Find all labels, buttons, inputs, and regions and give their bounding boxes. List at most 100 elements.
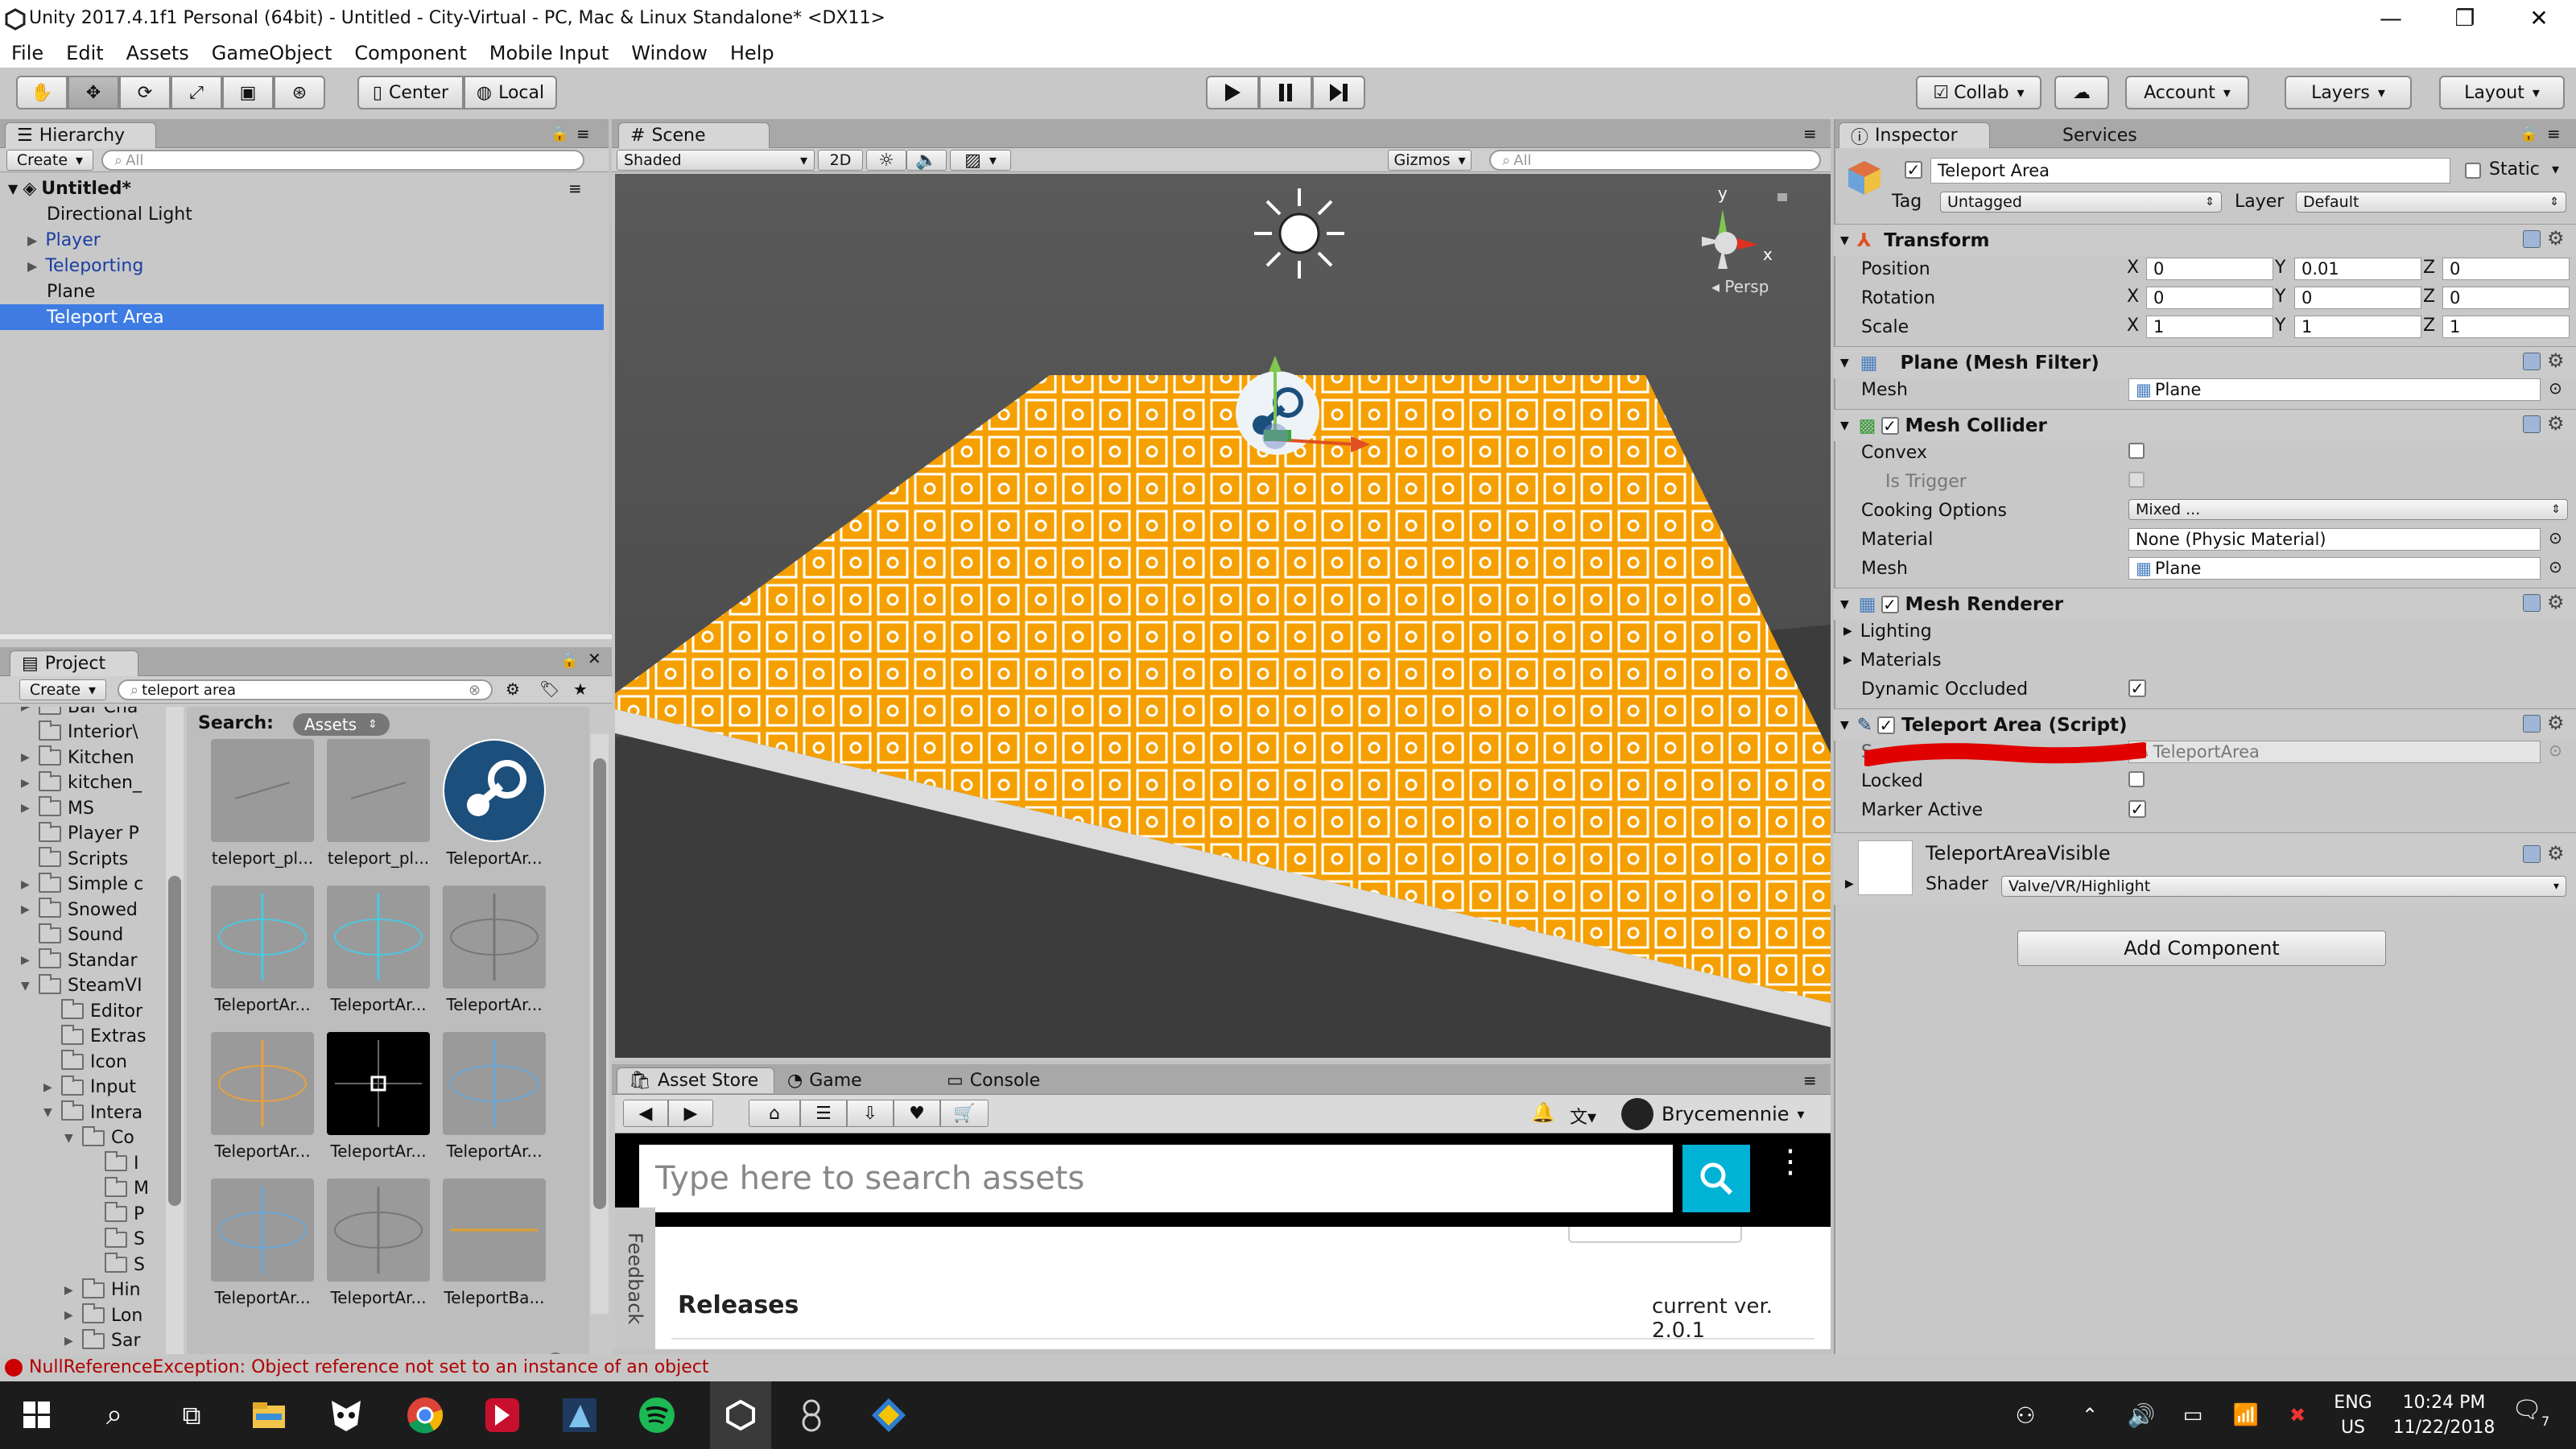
forward-button[interactable]: ▶ bbox=[668, 1100, 713, 1127]
filter-type-icon[interactable]: ⚙ bbox=[506, 679, 520, 699]
folder-tree-item[interactable]: M bbox=[105, 1176, 149, 1202]
tab-scene[interactable]: # Scene bbox=[618, 122, 770, 148]
asset-thumbnail[interactable] bbox=[211, 1032, 314, 1135]
unity-taskbar-icon[interactable] bbox=[710, 1381, 771, 1449]
feedback-tab[interactable]: Feedback bbox=[615, 1208, 655, 1349]
asset-thumbnail[interactable] bbox=[327, 886, 430, 989]
folder-tree-item[interactable]: Icon bbox=[61, 1049, 127, 1075]
tray-app-icon[interactable]: ✖ bbox=[2273, 1391, 2322, 1439]
effects-dropdown[interactable]: ▨ bbox=[950, 150, 1011, 171]
audio-toggle-button[interactable]: 🔈 bbox=[906, 150, 947, 171]
asset-thumbnail[interactable] bbox=[443, 886, 546, 989]
asset-thumbnail[interactable] bbox=[443, 1179, 546, 1282]
position-y-field[interactable]: 0.01 bbox=[2294, 258, 2421, 280]
wifi-icon[interactable]: 📶 bbox=[2222, 1391, 2270, 1439]
settings-gear-icon[interactable]: ⚙ bbox=[2547, 712, 2565, 734]
scene-viewport[interactable]: y x ◂ Persp bbox=[615, 174, 1831, 1058]
tab-hierarchy[interactable]: ☰ Hierarchy bbox=[5, 122, 156, 148]
mesh-filter-mesh-field[interactable]: ▦ Plane bbox=[2128, 378, 2541, 401]
folder-tree-item[interactable]: ▶ Standar bbox=[21, 947, 138, 973]
favorite-star-icon[interactable]: ★ bbox=[573, 679, 588, 699]
step-button[interactable] bbox=[1312, 76, 1365, 109]
directional-light-sun-icon[interactable] bbox=[1251, 185, 1348, 282]
is-trigger-checkbox[interactable] bbox=[2128, 472, 2145, 488]
folder-tree-item[interactable]: Player P bbox=[39, 821, 139, 847]
physic-material-field[interactable]: None (Physic Material) bbox=[2128, 528, 2541, 551]
transform-tool-button[interactable]: ⊛ bbox=[274, 76, 325, 109]
hierarchy-item-player[interactable]: ▶ Player bbox=[0, 227, 604, 253]
action-center-button[interactable]: 🗨 7 bbox=[2512, 1396, 2560, 1436]
position-x-field[interactable]: 0 bbox=[2146, 258, 2273, 280]
scale-tool-button[interactable]: ⤢ bbox=[171, 76, 222, 109]
settings-gear-icon[interactable]: ⚙ bbox=[2547, 842, 2565, 865]
axis-z-label[interactable]: Z bbox=[2423, 316, 2435, 336]
active-checkbox[interactable]: ✓ bbox=[1905, 161, 1922, 179]
show-hidden-icons-button[interactable]: ⌃ bbox=[2066, 1391, 2114, 1439]
home-button[interactable]: ⌂ bbox=[749, 1100, 800, 1127]
panel-menu-icon[interactable]: ≡ bbox=[576, 124, 590, 143]
content-button-edge[interactable] bbox=[1568, 1227, 1742, 1243]
folder-tree-item[interactable]: ▶ Bar Cha bbox=[21, 707, 138, 720]
status-bar[interactable]: NullReferenceException: Object reference… bbox=[0, 1354, 2576, 1381]
layers-dropdown[interactable]: Layers bbox=[2285, 76, 2412, 109]
object-picker-icon[interactable]: ⊙ bbox=[2549, 378, 2562, 398]
castle-app-icon[interactable] bbox=[478, 1391, 526, 1439]
asset-thumbnail[interactable] bbox=[443, 739, 546, 842]
clock[interactable]: 10:24 PM 11/22/2018 bbox=[2383, 1393, 2505, 1438]
gizmos-dropdown[interactable]: Gizmos bbox=[1388, 150, 1472, 171]
pivot-local-button[interactable]: ◍ Local bbox=[464, 76, 557, 109]
help-book-icon[interactable] bbox=[2523, 715, 2541, 733]
cooking-options-dropdown[interactable]: Mixed ... ⇕ bbox=[2128, 499, 2568, 520]
dynamic-occluded-checkbox[interactable]: ✓ bbox=[2128, 679, 2146, 697]
object-name-field[interactable]: Teleport Area bbox=[1930, 158, 2450, 184]
menu-help[interactable]: Help bbox=[730, 42, 774, 64]
panel-menu-icon[interactable]: ≡ bbox=[1803, 1071, 1817, 1090]
tab-inspector[interactable]: ⓘ Inspector bbox=[1839, 122, 1990, 148]
object-picker-icon[interactable]: ⊙ bbox=[2549, 528, 2562, 547]
back-button[interactable]: ◀ bbox=[623, 1100, 668, 1127]
lock-icon[interactable]: 🔒 bbox=[560, 652, 578, 669]
panel-menu-icon[interactable]: ≡ bbox=[2547, 124, 2561, 143]
mesh-renderer-header[interactable]: ▼ ▦ ✓ Mesh Renderer bbox=[1834, 588, 2576, 620]
tab-project[interactable]: ▤ Project bbox=[10, 650, 138, 676]
label-icon[interactable]: 🏷 bbox=[539, 679, 559, 699]
lock-icon[interactable]: 🔒 bbox=[551, 126, 568, 142]
wishlist-button[interactable]: ♥ bbox=[894, 1100, 940, 1127]
expand-arrow-icon[interactable]: ▼ bbox=[43, 1106, 52, 1119]
collider-mesh-field[interactable]: ▦ Plane bbox=[2128, 557, 2541, 580]
rotation-z-field[interactable]: 0 bbox=[2442, 287, 2570, 309]
asset-thumbnail[interactable] bbox=[211, 886, 314, 989]
help-book-icon[interactable] bbox=[2523, 845, 2541, 863]
collab-button[interactable]: ☑ Collab bbox=[1916, 76, 2041, 109]
assets-scope-pill[interactable]: Assets ⇕ bbox=[293, 713, 390, 736]
collapsed-arrow-icon[interactable]: ▶ bbox=[1845, 877, 1854, 890]
asset-search-button[interactable] bbox=[1682, 1145, 1750, 1212]
tab-asset-store[interactable]: 🛍 Asset Store bbox=[617, 1067, 774, 1093]
hierarchy-item-directional-light[interactable]: Directional Light bbox=[0, 201, 604, 227]
asset-thumbnail[interactable] bbox=[327, 739, 430, 842]
locked-checkbox[interactable] bbox=[2128, 771, 2145, 787]
position-z-field[interactable]: 0 bbox=[2442, 258, 2570, 280]
close-panel-icon[interactable]: ✕ bbox=[588, 649, 601, 668]
teleport-script-header[interactable]: ▼ ✎ ✓ Teleport Area (Script) bbox=[1834, 708, 2576, 741]
folder-tree-item[interactable]: ▶ Simple c bbox=[21, 872, 143, 898]
scene-search-input[interactable]: ⌕ All bbox=[1489, 150, 1821, 171]
help-book-icon[interactable] bbox=[2523, 594, 2541, 612]
project-search-input[interactable]: ⌕ teleport area ⊗ bbox=[118, 679, 493, 700]
start-button[interactable] bbox=[13, 1391, 61, 1439]
tag-dropdown[interactable]: Untagged ⇕ bbox=[1940, 192, 2222, 213]
folder-tree-item[interactable]: ▼ SteamVI bbox=[21, 973, 142, 999]
menu-component[interactable]: Component bbox=[354, 42, 466, 64]
static-dropdown-icon[interactable]: ▾ bbox=[2552, 161, 2559, 178]
lighting-foldout[interactable]: ▶ Lighting bbox=[1834, 617, 2576, 646]
scene-root[interactable]: ▼ ◈ Untitled* ≡ bbox=[0, 175, 604, 201]
settings-gear-icon[interactable]: ⚙ bbox=[2547, 349, 2565, 372]
kodi-app-icon[interactable] bbox=[555, 1391, 604, 1439]
more-options-icon[interactable]: ⋮ bbox=[1774, 1146, 1806, 1178]
axis-x-label[interactable]: X bbox=[2127, 258, 2139, 278]
mesh-collider-header[interactable]: ▼ ▩ ✓ Mesh Collider bbox=[1834, 409, 2576, 441]
axis-z-label[interactable]: Z bbox=[2423, 258, 2435, 278]
tree-scrollbar[interactable] bbox=[166, 707, 184, 1367]
folder-tree-item[interactable]: ▶ Sar bbox=[64, 1328, 141, 1354]
tab-console[interactable]: ▭ Console bbox=[947, 1067, 1040, 1093]
